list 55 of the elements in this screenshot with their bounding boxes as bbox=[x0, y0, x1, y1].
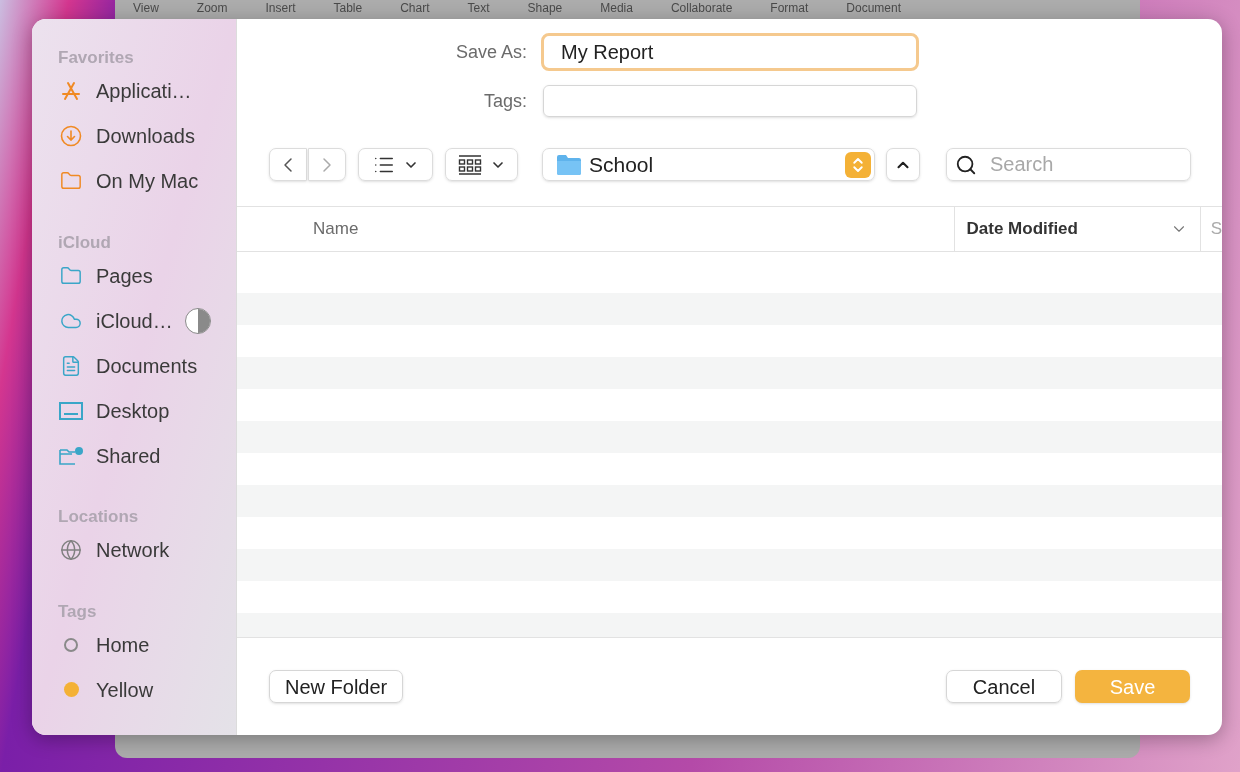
sidebar-section-title: iCloud bbox=[58, 231, 112, 254]
menu-item[interactable]: Chart bbox=[400, 1, 430, 16]
sidebar-item-label: Desktop bbox=[96, 398, 170, 424]
location-popup[interactable]: School bbox=[542, 148, 875, 181]
grid-icon bbox=[457, 154, 482, 175]
sidebar-item-label: Applicati… bbox=[96, 79, 192, 104]
sidebar-section-title: Locations bbox=[58, 506, 140, 528]
column-header[interactable]: Date Modified bbox=[953, 207, 1200, 251]
enclosing-folder-button[interactable] bbox=[886, 148, 920, 181]
search-icon bbox=[955, 154, 977, 176]
list-view-button[interactable] bbox=[358, 148, 433, 181]
menu-item[interactable]: Document bbox=[846, 1, 902, 16]
menu-item[interactable]: Zoom bbox=[196, 1, 228, 16]
sidebar-item[interactable]: Network bbox=[58, 527, 236, 573]
new-folder-button[interactable]: New Folder bbox=[269, 670, 404, 703]
sidebar-item[interactable]: On My Mac bbox=[58, 158, 236, 204]
menu-item[interactable]: Format bbox=[770, 1, 809, 16]
sidebar-item-label: Home bbox=[96, 632, 150, 658]
sidebar-item[interactable]: Downloads bbox=[58, 113, 236, 159]
save-as-field[interactable]: My Report bbox=[541, 33, 919, 71]
folder-icon bbox=[556, 153, 582, 176]
sidebar-item-label: Downloads bbox=[96, 124, 195, 149]
stepper-icon bbox=[845, 151, 871, 178]
sidebar-item[interactable]: Applicati… bbox=[58, 68, 236, 114]
sidebar-item-label: Documents bbox=[96, 353, 198, 379]
cancel-button[interactable]: Cancel bbox=[946, 670, 1062, 703]
sidebar-item[interactable]: Shared bbox=[58, 433, 236, 478]
sidebar-item-label: Shared bbox=[96, 443, 161, 469]
sidebar-item[interactable]: Documents bbox=[58, 343, 236, 388]
sidebar-section-title: Favorites bbox=[58, 47, 135, 69]
menu-item[interactable]: Text bbox=[467, 1, 490, 16]
sidebar-item-label: iCloud… bbox=[96, 308, 173, 334]
sidebar-item[interactable]: Desktop bbox=[58, 388, 236, 433]
sidebar-item-label: Pages bbox=[96, 263, 153, 289]
back-button[interactable] bbox=[269, 148, 307, 181]
sidebar-section-title: Tags bbox=[58, 600, 98, 623]
save-as-label: Save As: bbox=[454, 40, 527, 64]
column-header[interactable]: Name bbox=[237, 207, 954, 251]
group-button[interactable] bbox=[445, 148, 518, 181]
sidebar-item[interactable]: Yellow bbox=[58, 667, 236, 712]
menu-item[interactable]: Media bbox=[600, 1, 633, 16]
menu-item[interactable]: Shape bbox=[527, 1, 563, 16]
menu-item[interactable]: Table bbox=[333, 1, 363, 16]
menu-item[interactable]: Collaborate bbox=[670, 1, 733, 16]
sidebar-item-label: Network bbox=[96, 538, 170, 563]
tags-field[interactable] bbox=[543, 85, 917, 117]
tags-label: Tags: bbox=[482, 89, 527, 113]
sidebar-item[interactable]: Pages bbox=[58, 253, 236, 298]
menu-item[interactable]: Insert bbox=[265, 1, 296, 16]
sidebar-item-label: On My Mac bbox=[96, 169, 199, 194]
sidebar-item[interactable]: iCloud… bbox=[58, 298, 236, 343]
sidebar-item-label: Yellow bbox=[96, 677, 154, 703]
search-field[interactable]: Search bbox=[946, 148, 1191, 181]
menu-item[interactable]: View bbox=[133, 1, 159, 16]
sidebar-item[interactable]: Home bbox=[58, 622, 236, 667]
